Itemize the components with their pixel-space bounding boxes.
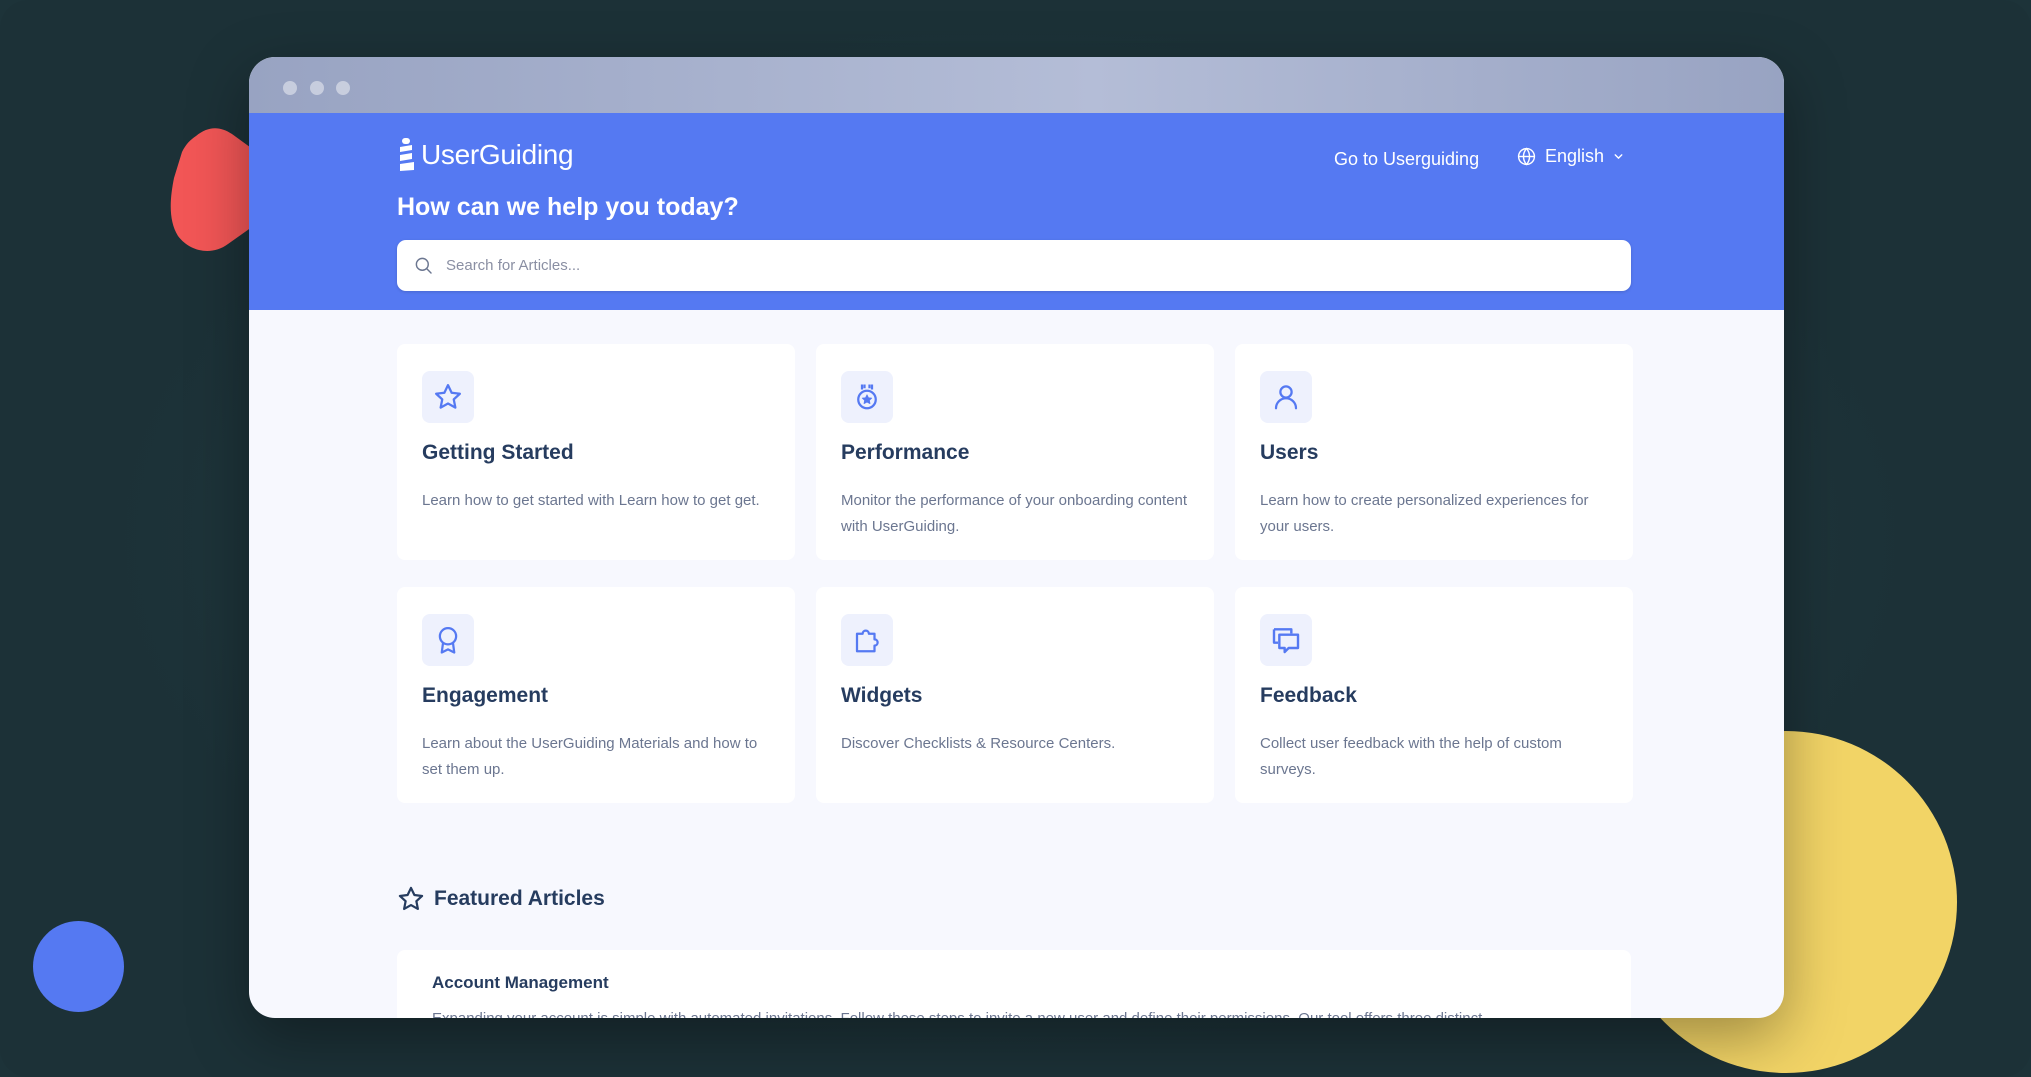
search-input[interactable]: [444, 239, 1631, 292]
featured-articles-heading: Featured Articles: [397, 885, 605, 913]
card-icon-box: [841, 371, 893, 423]
window-dot-close[interactable]: [283, 81, 297, 95]
go-to-userguiding-link[interactable]: Go to Userguiding: [1334, 149, 1479, 170]
card-title: Feedback: [1260, 684, 1357, 707]
userguiding-logo[interactable]: UserGuiding: [397, 137, 574, 173]
browser-window: UserGuiding Go to Userguiding English Ho…: [249, 57, 1784, 1018]
page-title: How can we help you today?: [397, 193, 739, 221]
window-dot-maximize[interactable]: [336, 81, 350, 95]
category-card-users[interactable]: Users Learn how to create personalized e…: [1235, 344, 1633, 560]
logo-mark-icon: [400, 138, 414, 171]
star-icon: [398, 886, 424, 911]
card-description: Discover Checklists & Resource Centers.: [841, 735, 1116, 752]
card-title: Performance: [841, 441, 970, 464]
award-ribbon-icon: [438, 627, 458, 654]
card-title: Widgets: [841, 684, 923, 707]
card-description: Learn how to create personalized experie…: [1260, 492, 1589, 535]
category-card-engagement[interactable]: Engagement Learn about the UserGuiding M…: [397, 587, 795, 803]
card-description: Monitor the performance of your onboardi…: [841, 492, 1188, 535]
card-icon-box: [422, 371, 474, 423]
article-title: Account Management: [432, 973, 609, 992]
user-icon: [1274, 385, 1298, 410]
card-title: Users: [1260, 441, 1319, 464]
chevron-down-icon: [1614, 154, 1623, 159]
article-excerpt: Expanding your account is simple with au…: [432, 1010, 1602, 1018]
browser-title-bar: [249, 57, 1784, 113]
category-card-feedback[interactable]: Feedback Collect user feedback with the …: [1235, 587, 1633, 803]
card-description: Collect user feedback with the help of c…: [1260, 735, 1562, 778]
puzzle-icon: [855, 629, 879, 653]
card-icon-box: [841, 614, 893, 666]
language-label: English: [1545, 146, 1605, 166]
card-description: Learn how to get started with Learn how …: [422, 492, 760, 509]
card-title: Engagement: [422, 684, 549, 707]
star-icon: [435, 384, 461, 409]
language-selector[interactable]: English: [1517, 146, 1625, 167]
globe-icon: [1517, 147, 1536, 166]
featured-articles-title: Featured Articles: [434, 887, 605, 910]
card-title: Getting Started: [422, 441, 574, 464]
category-card-getting-started[interactable]: Getting Started Learn how to get started…: [397, 344, 795, 560]
article-card-account-management[interactable]: Account Management Expanding your accoun…: [397, 950, 1631, 1018]
chat-bubbles-icon: [1272, 628, 1300, 654]
window-dot-minimize[interactable]: [310, 81, 324, 95]
category-card-widgets[interactable]: Widgets Discover Checklists & Resource C…: [816, 587, 1214, 803]
card-description: Learn about the UserGuiding Materials an…: [422, 735, 758, 778]
decorative-blue-circle: [33, 921, 124, 1012]
medal-icon: [857, 384, 877, 410]
card-icon-box: [1260, 371, 1312, 423]
card-icon-box: [1260, 614, 1312, 666]
search-icon: [415, 257, 432, 274]
logo-text: UserGuiding: [421, 139, 574, 170]
category-card-performance[interactable]: Performance Monitor the performance of y…: [816, 344, 1214, 560]
card-icon-box: [422, 614, 474, 666]
search-bar[interactable]: [397, 239, 1631, 292]
hero-header: UserGuiding Go to Userguiding English Ho…: [249, 113, 1784, 310]
